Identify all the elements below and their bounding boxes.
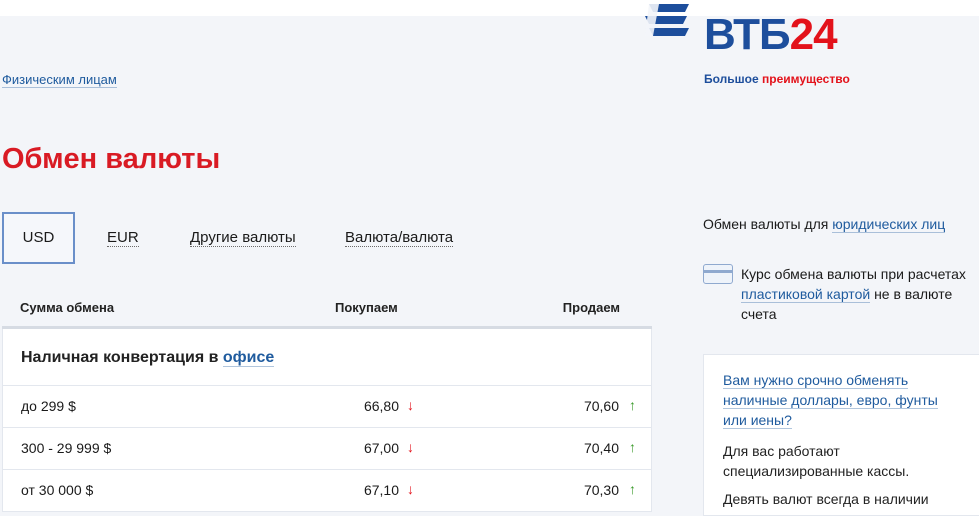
rates-table: Наличная конвертация в офисе до 299 $ 66… bbox=[2, 329, 652, 512]
page-title: Обмен валюты bbox=[2, 143, 221, 175]
promo-text-2: Девять валют всегда в наличии bbox=[723, 491, 929, 507]
vtb24-logo[interactable]: ВТБ24 Большое преимущество bbox=[643, 0, 863, 92]
legal-prefix: Обмен валюты для bbox=[703, 216, 829, 232]
logo-vtb: ВТБ bbox=[704, 10, 791, 59]
table-row: 300 - 29 999 $ 67,00 ↓ 70,40 ↑ bbox=[3, 428, 651, 470]
breadcrumb-individuals[interactable]: Физическим лицам bbox=[2, 72, 117, 88]
slogan-part-1: Большое bbox=[704, 72, 759, 86]
arrow-up-icon: ↑ bbox=[629, 481, 636, 497]
promo-question: Вам нужно срочно обменять наличные долла… bbox=[723, 370, 963, 430]
header-amount: Сумма обмена bbox=[20, 300, 115, 315]
section-title-prefix: Наличная конвертация в bbox=[21, 349, 219, 366]
arrow-up-icon: ↑ bbox=[629, 397, 636, 413]
table-row: до 299 $ 66,80 ↓ 70,60 ↑ bbox=[3, 386, 651, 428]
card-text-a: Курс обмена валюты при расчетах bbox=[741, 266, 966, 282]
logo-wordmark: ВТБ24 bbox=[704, 10, 838, 59]
tab-currency-pair-label: Валюта/валюта bbox=[345, 229, 454, 247]
arrow-up-icon: ↑ bbox=[629, 439, 636, 455]
promo-link[interactable]: Вам нужно срочно обменять наличные долла… bbox=[723, 372, 938, 429]
legal-entities-link[interactable]: юридических лиц bbox=[832, 216, 946, 233]
row-sell-rate: 70,40 bbox=[583, 440, 619, 456]
logo-24: 24 bbox=[789, 10, 838, 59]
tab-currency-pair[interactable]: Валюта/валюта bbox=[345, 212, 454, 264]
row-buy-rate: 67,10 bbox=[363, 482, 399, 498]
row-buy-rate: 67,00 bbox=[363, 440, 399, 456]
promo-text: Для вас работают специализированные касс… bbox=[723, 443, 910, 479]
section-title: Наличная конвертация в офисе bbox=[21, 349, 275, 367]
legal-entities-note: Обмен валюты для юридических лиц bbox=[703, 216, 946, 233]
tab-usd[interactable]: USD bbox=[2, 212, 75, 264]
slogan-part-2: преимущество bbox=[762, 72, 850, 86]
row-buy-rate: 66,80 bbox=[363, 398, 399, 414]
header-buy: Покупаем bbox=[335, 300, 398, 315]
arrow-down-icon: ↓ bbox=[407, 439, 414, 455]
plastic-card-link[interactable]: пластиковой картой bbox=[741, 286, 871, 303]
office-link[interactable]: офисе bbox=[222, 349, 275, 367]
bank-card-icon bbox=[703, 264, 733, 284]
tab-other-currencies[interactable]: Другие валюты bbox=[190, 212, 296, 264]
tab-usd-label: USD bbox=[22, 229, 55, 246]
section-row-cash-office: Наличная конвертация в офисе bbox=[3, 329, 651, 386]
tab-eur-label: EUR bbox=[107, 229, 139, 247]
tab-eur[interactable]: EUR bbox=[107, 212, 139, 264]
row-amount: от 30 000 $ bbox=[21, 482, 94, 498]
row-amount: 300 - 29 999 $ bbox=[21, 440, 112, 456]
logo-slogan: Большое преимущество bbox=[704, 72, 850, 86]
tab-other-currencies-label: Другие валюты bbox=[190, 229, 296, 247]
rates-table-header: Сумма обмена Покупаем Продаем bbox=[2, 290, 652, 329]
row-sell-rate: 70,60 bbox=[583, 398, 619, 414]
promo-box: Вам нужно срочно обменять наличные долла… bbox=[703, 354, 979, 516]
header-sell: Продаем bbox=[562, 300, 620, 315]
arrow-down-icon: ↓ bbox=[407, 481, 414, 497]
arrow-down-icon: ↓ bbox=[407, 397, 414, 413]
row-amount: до 299 $ bbox=[21, 398, 76, 414]
card-rate-note: Курс обмена валюты при расчетах пластико… bbox=[741, 264, 979, 324]
table-row: от 30 000 $ 67,10 ↓ 70,30 ↑ bbox=[3, 470, 651, 512]
logo-mark-icon bbox=[645, 4, 689, 36]
row-sell-rate: 70,30 bbox=[583, 482, 619, 498]
